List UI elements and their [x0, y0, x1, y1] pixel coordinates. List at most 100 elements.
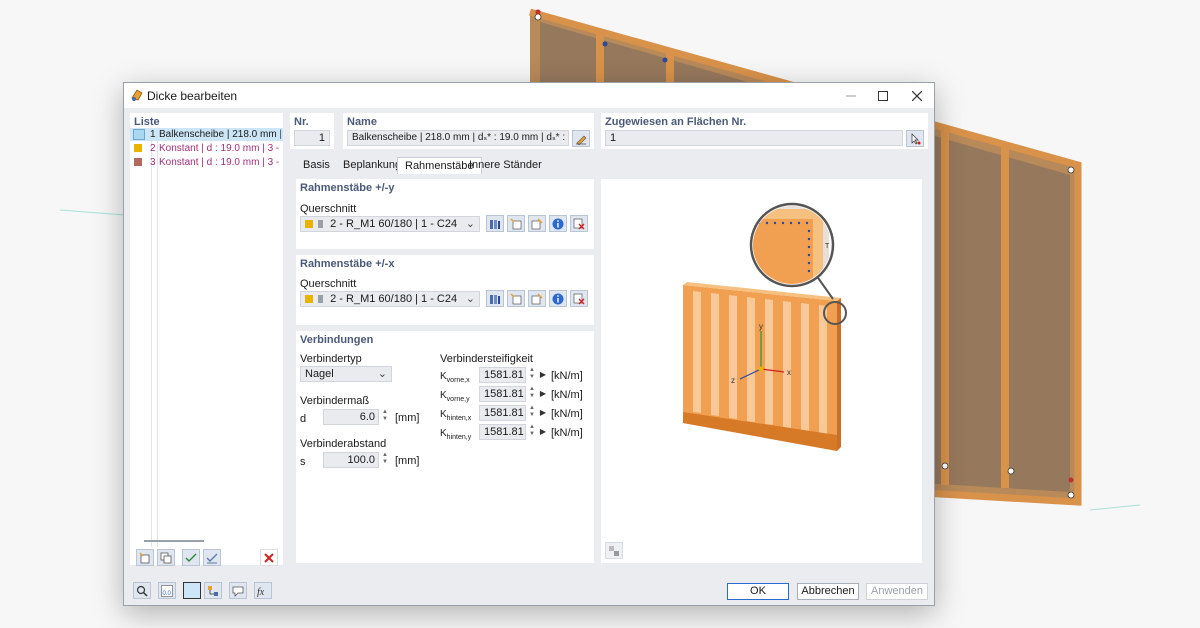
tab-innere-staender[interactable]: Innere Ständer	[462, 157, 549, 174]
color-swatch	[134, 158, 142, 166]
connector-type-select[interactable]: Nagel ⌄	[300, 366, 392, 382]
connector-size-label: Verbindermaß	[300, 395, 370, 407]
library-button[interactable]	[486, 290, 504, 307]
material-swatch	[305, 295, 313, 304]
check-all-button[interactable]	[182, 549, 200, 566]
name-field[interactable]: Balkenscheibe | 218.0 mm | dₛ* : 19.0 mm…	[347, 130, 569, 146]
color-button[interactable]	[183, 582, 201, 599]
thickness-app-icon	[131, 89, 143, 101]
assigned-panel: Zugewiesen an Flächen Nr. 1	[601, 113, 928, 149]
maximize-icon	[878, 90, 888, 101]
list-item[interactable]: 1 Balkenscheibe | 218.0 mm | dₛ* :	[130, 128, 283, 141]
preview-settings-icon	[609, 545, 619, 556]
section-swatch	[318, 295, 324, 304]
k-front-x-spinner[interactable]: ▲ ▼	[527, 367, 537, 383]
horizontal-scrollbar[interactable]	[144, 540, 204, 542]
x-axis-label: x	[787, 368, 791, 377]
diameter-spinner[interactable]: ▲ ▼	[380, 409, 390, 425]
tab-basis[interactable]: Basis	[296, 157, 337, 174]
spacing-spinner[interactable]: ▲ ▼	[380, 452, 390, 468]
copy-item-button[interactable]	[157, 549, 175, 566]
search-icon	[136, 585, 148, 597]
k-front-y-input[interactable]: 1581.81	[479, 386, 526, 402]
k-back-x-menu[interactable]: ▶	[538, 405, 548, 421]
list-item[interactable]: 3 Konstant | d : 19.0 mm | 3 - OSB	[130, 156, 283, 169]
edit-section-button[interactable]	[528, 215, 546, 232]
list-item[interactable]: 2 Konstant | d : 19.0 mm | 3 - OSB	[130, 142, 283, 155]
edit-section-icon	[531, 217, 543, 229]
comment-button[interactable]	[229, 582, 247, 599]
search-button[interactable]	[133, 582, 151, 599]
new-section-button[interactable]	[507, 290, 525, 307]
units-button[interactable]: 0.0	[158, 582, 176, 599]
copy-icon	[160, 552, 172, 563]
list-item-label: Konstant | d : 19.0 mm | 3 - OSB	[159, 143, 281, 154]
k-unit: [kN/m]	[551, 389, 583, 401]
k-back-x-spinner[interactable]: ▲ ▼	[527, 405, 537, 421]
apply-button[interactable]: Anwenden	[866, 583, 928, 600]
new-item-button[interactable]	[136, 549, 154, 566]
detail-label: T	[825, 243, 830, 250]
chevron-down-icon: ⌄	[377, 368, 387, 380]
list-item-num: 2	[150, 143, 156, 154]
section-swatch	[318, 220, 324, 229]
k-back-y-spinner[interactable]: ▲ ▼	[527, 424, 537, 440]
d-unit: [mm]	[395, 412, 420, 424]
assigned-surfaces-field[interactable]: 1	[605, 130, 903, 146]
svg-text:0.0: 0.0	[163, 591, 172, 597]
info-button[interactable]	[549, 215, 567, 232]
info-button[interactable]	[549, 290, 567, 307]
maximize-button[interactable]	[866, 83, 900, 108]
close-button[interactable]	[900, 83, 934, 108]
name-panel: Name Balkenscheibe | 218.0 mm | dₛ* : 19…	[343, 113, 594, 149]
preview-panel: x y z T	[601, 179, 922, 563]
k-back-y-menu[interactable]: ▶	[538, 424, 548, 440]
select-surfaces-button[interactable]	[906, 130, 924, 147]
cross-section-select-x[interactable]: 2 - R_M1 60/180 | 1 - C24 ⌄	[300, 291, 480, 307]
delete-section-icon	[573, 218, 585, 229]
nr-panel: Nr. 1	[290, 113, 334, 149]
decimal-icon: 0.0	[161, 584, 173, 597]
edit-name-button[interactable]	[572, 130, 590, 147]
structure-button[interactable]	[204, 582, 222, 599]
z-axis-label: z	[731, 376, 735, 385]
library-button[interactable]	[486, 215, 504, 232]
name-label: Name	[347, 116, 377, 128]
comment-icon	[232, 586, 244, 597]
preview-options-button[interactable]	[605, 542, 623, 559]
delete-item-button[interactable]	[260, 549, 278, 566]
k-front-y-menu[interactable]: ▶	[538, 386, 548, 402]
k-front-x-menu[interactable]: ▶	[538, 367, 548, 383]
minimize-button[interactable]	[834, 83, 868, 108]
new-section-button[interactable]	[507, 215, 525, 232]
formula-button[interactable]: fx	[254, 582, 272, 599]
edit-section-button[interactable]	[528, 290, 546, 307]
k-back-y-input[interactable]: 1581.81	[479, 424, 526, 440]
connections-title: Verbindungen	[300, 334, 374, 346]
k-front-x-input[interactable]: 1581.81	[479, 367, 526, 383]
nr-field[interactable]: 1	[294, 130, 330, 146]
delete-section-button[interactable]	[570, 215, 588, 232]
k-unit: [kN/m]	[551, 370, 583, 382]
diameter-input[interactable]: 6.0	[323, 409, 379, 425]
cancel-button[interactable]: Abbrechen	[797, 583, 859, 600]
k-front-y-label: Kvorne,y	[440, 390, 470, 403]
close-icon	[912, 90, 922, 101]
edit-pencil-icon	[576, 135, 587, 145]
ok-button[interactable]: OK	[727, 583, 789, 600]
k-front-x-label: Kvorne,x	[440, 371, 470, 384]
spacing-input[interactable]: 100.0	[323, 452, 379, 468]
title-bar[interactable]: Dicke bearbeiten	[124, 83, 934, 108]
k-front-y-spinner[interactable]: ▲ ▼	[527, 386, 537, 402]
color-swatch	[133, 129, 145, 140]
k-back-y-label: Khinten,y	[440, 428, 472, 441]
chevron-down-icon: ⌄	[465, 218, 475, 230]
d-label: d	[300, 413, 307, 425]
minimize-icon	[846, 95, 856, 96]
delete-section-button[interactable]	[570, 290, 588, 307]
list-item-num: 1	[150, 129, 156, 140]
k-back-x-input[interactable]: 1581.81	[479, 405, 526, 421]
uncheck-all-button[interactable]	[203, 549, 221, 566]
cross-section-select-y[interactable]: 2 - R_M1 60/180 | 1 - C24 ⌄	[300, 216, 480, 232]
connections-panel: Verbindungen Verbindertyp Nagel ⌄ Verbin…	[296, 331, 594, 563]
